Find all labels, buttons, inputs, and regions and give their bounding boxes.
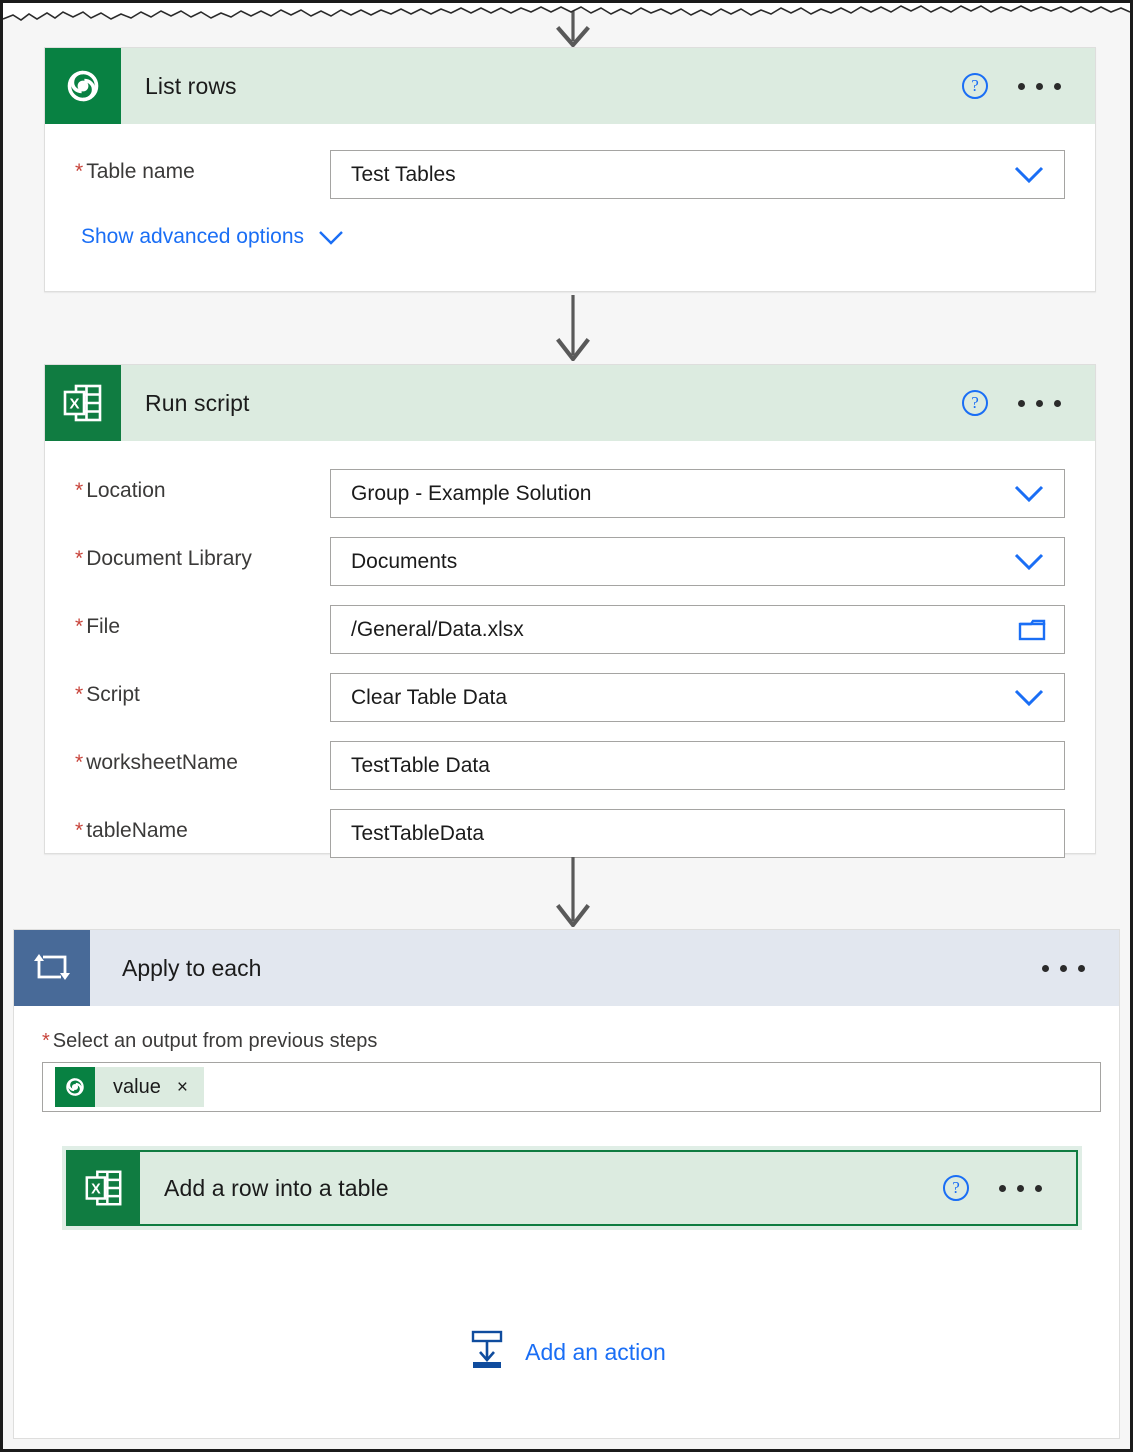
table-name-param-value: TestTableData (331, 822, 1064, 846)
card-body-list-rows: *Table name Test Tables Show advanced op… (45, 124, 1095, 279)
chevron-down-icon (318, 230, 344, 245)
location-dropdown[interactable]: Group - Example Solution (330, 469, 1065, 518)
action-card-add-a-row-into-a-table[interactable]: X Add a row into a table ? (66, 1150, 1078, 1226)
card-header-list-rows[interactable]: List rows ? (45, 48, 1095, 124)
field-label-location: *Location (75, 469, 330, 503)
card-header-actions: ? (943, 1175, 1076, 1201)
action-card-run-script[interactable]: X Run script ? *Location Group - Example… (44, 364, 1096, 854)
field-label-document-library: *Document Library (75, 537, 330, 571)
output-field-label: *Select an output from previous steps (42, 1030, 1101, 1053)
field-label-script: *Script (75, 673, 330, 707)
required-marker: * (75, 479, 83, 502)
card-title-list-rows: List rows (145, 73, 237, 100)
card-title-add-a-row-into-a-table: Add a row into a table (164, 1175, 389, 1202)
card-header-add-a-row-into-a-table[interactable]: X Add a row into a table ? (68, 1152, 1076, 1224)
dataverse-icon (55, 1067, 95, 1107)
form-row-script: *Script Clear Table Data (75, 673, 1065, 722)
add-an-action-label: Add an action (525, 1339, 666, 1366)
card-header-run-script[interactable]: X Run script ? (45, 365, 1095, 441)
file-value: /General/Data.xlsx (331, 618, 1018, 642)
required-marker: * (75, 751, 83, 774)
connector-arrow-to-apply-to-each (555, 857, 591, 927)
help-icon[interactable]: ? (962, 73, 988, 99)
insert-action-icon (467, 1329, 507, 1376)
help-icon[interactable]: ? (943, 1175, 969, 1201)
scope-header-apply-to-each[interactable]: Apply to each (14, 930, 1119, 1006)
required-marker: * (75, 683, 83, 706)
svg-text:X: X (91, 1181, 101, 1197)
form-row-location: *Location Group - Example Solution (75, 469, 1065, 518)
more-options-icon[interactable] (1018, 83, 1061, 90)
card-body-run-script: *Location Group - Example Solution *Docu… (45, 441, 1095, 888)
chevron-down-icon[interactable] (1014, 166, 1064, 184)
folder-picker-icon[interactable] (1018, 618, 1064, 642)
chevron-down-icon[interactable] (1014, 485, 1064, 503)
more-options-icon[interactable] (1042, 965, 1085, 972)
required-marker: * (75, 615, 83, 638)
chevron-down-icon[interactable] (1014, 689, 1064, 707)
field-label-worksheet-name: *worksheetName (75, 741, 330, 775)
scope-body: *Select an output from previous steps va (14, 1006, 1119, 1226)
flow-designer-canvas: List rows ? *Table name Test Tables Sho (0, 0, 1133, 1452)
form-row-table-name-param: *tableName TestTableData (75, 809, 1065, 858)
script-dropdown[interactable]: Clear Table Data (330, 673, 1065, 722)
form-row-table-name: *Table name Test Tables (75, 150, 1065, 199)
field-label-table-name: *Table name (75, 150, 330, 184)
output-token-field[interactable]: value × (42, 1062, 1101, 1112)
table-name-dropdown[interactable]: Test Tables (330, 150, 1065, 199)
table-name-value: Test Tables (331, 163, 1014, 187)
loop-icon (14, 930, 90, 1006)
card-header-actions: ? (962, 390, 1095, 416)
excel-icon: X (45, 365, 121, 441)
card-title-run-script: Run script (145, 390, 250, 417)
table-name-param-input[interactable]: TestTableData (330, 809, 1065, 858)
scope-title: Apply to each (122, 955, 261, 982)
token-label: value (113, 1076, 161, 1099)
required-marker: * (75, 160, 83, 183)
add-an-action-button[interactable]: Add an action (14, 1329, 1119, 1376)
required-marker: * (75, 819, 83, 842)
show-advanced-options-label: Show advanced options (81, 225, 304, 249)
document-library-dropdown[interactable]: Documents (330, 537, 1065, 586)
required-marker: * (75, 547, 83, 570)
form-row-file: *File /General/Data.xlsx (75, 605, 1065, 654)
more-options-icon[interactable] (999, 1185, 1042, 1192)
form-row-document-library: *Document Library Documents (75, 537, 1065, 586)
more-options-icon[interactable] (1018, 400, 1061, 407)
script-value: Clear Table Data (331, 686, 1014, 710)
field-label-table-name-param: *tableName (75, 809, 330, 843)
field-label-file: *File (75, 605, 330, 639)
action-card-list-rows[interactable]: List rows ? *Table name Test Tables Sho (44, 47, 1096, 292)
excel-icon: X (68, 1152, 140, 1224)
form-row-worksheet-name: *worksheetName TestTable Data (75, 741, 1065, 790)
chevron-down-icon[interactable] (1014, 553, 1064, 571)
location-value: Group - Example Solution (331, 482, 1014, 506)
scope-apply-to-each[interactable]: Apply to each *Select an output from pre… (13, 929, 1120, 1439)
required-marker: * (42, 1030, 50, 1052)
close-icon[interactable]: × (177, 1078, 188, 1097)
worksheet-name-value: TestTable Data (331, 754, 1064, 778)
file-field[interactable]: /General/Data.xlsx (330, 605, 1065, 654)
scope-header-actions (1042, 965, 1119, 972)
connector-arrow-to-run-script (555, 295, 591, 361)
torn-paper-edge (3, 3, 1130, 29)
svg-text:X: X (69, 396, 79, 413)
help-icon[interactable]: ? (962, 390, 988, 416)
dataverse-icon (45, 48, 121, 124)
card-header-actions: ? (962, 73, 1095, 99)
document-library-value: Documents (331, 550, 1014, 574)
output-token-value[interactable]: value × (55, 1067, 204, 1107)
worksheet-name-input[interactable]: TestTable Data (330, 741, 1065, 790)
show-advanced-options-link[interactable]: Show advanced options (81, 225, 344, 249)
